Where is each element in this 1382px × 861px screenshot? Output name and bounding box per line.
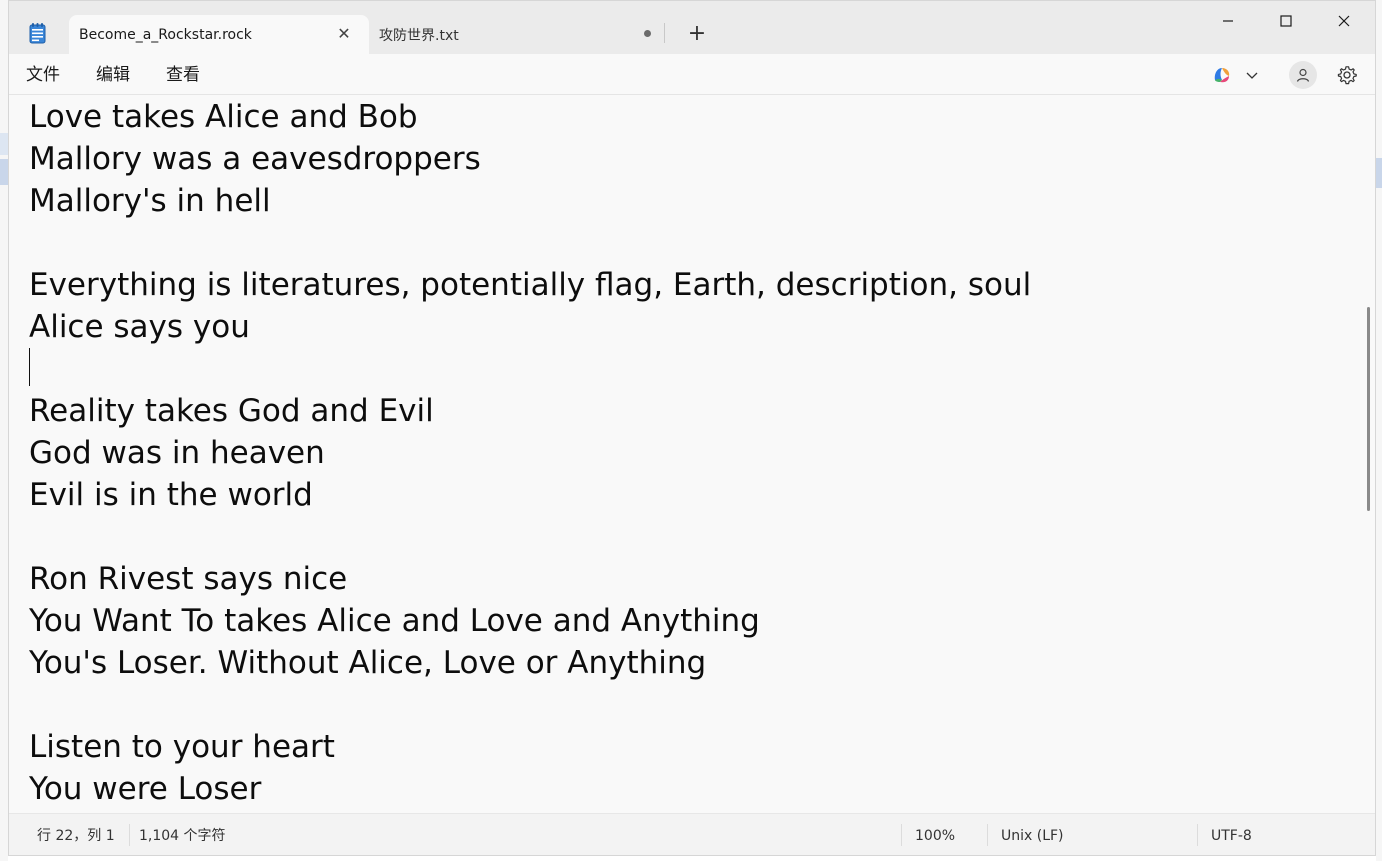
tab-become-a-rockstar[interactable]: Become_a_Rockstar.rock ✕	[69, 15, 369, 54]
unsaved-dot-icon[interactable]	[644, 30, 651, 37]
background-highlight	[0, 133, 8, 155]
account-icon	[1296, 68, 1310, 82]
scrollbar-thumb[interactable]	[1367, 307, 1370, 511]
editor-line: You were Loser	[29, 771, 262, 807]
maximize-button[interactable]	[1257, 1, 1315, 41]
status-divider	[987, 824, 988, 846]
background-highlight	[1376, 158, 1382, 188]
editor-line: Evil is in the world	[29, 477, 313, 513]
editor-line: Ron Rivest says nice	[29, 561, 348, 597]
editor-line: Everything is literatures, potentially f…	[29, 267, 1032, 303]
settings-button[interactable]	[1333, 61, 1361, 89]
tab-divider	[664, 23, 665, 43]
copilot-icon	[1214, 68, 1230, 83]
background-window-right	[1376, 0, 1382, 861]
editor-line: Mallory was a eavesdroppers	[29, 141, 481, 177]
text-editor[interactable]: Love takes Alice and Bob Mallory was a e…	[9, 95, 1361, 813]
background-highlight	[0, 159, 8, 185]
editor-line: God was in heaven	[29, 435, 325, 471]
character-count: 1,104 个字符	[139, 828, 226, 844]
editor-line: Love takes Alice and Bob	[29, 99, 418, 135]
tab-title: 攻防世界.txt	[379, 27, 459, 44]
menu-edit[interactable]: 编辑	[96, 63, 130, 87]
editor-line: You's Loser. Without Alice, Love or Anyt…	[29, 645, 707, 681]
encoding[interactable]: UTF-8	[1211, 827, 1252, 845]
notepad-window: Become_a_Rockstar.rock ✕ 攻防世界.txt + 文件 编…	[8, 0, 1376, 856]
line-ending[interactable]: Unix (LF)	[1001, 827, 1064, 845]
editor-line: Mallory's in hell	[29, 183, 271, 219]
title-bar[interactable]: Become_a_Rockstar.rock ✕ 攻防世界.txt +	[9, 1, 1375, 54]
tab-title: Become_a_Rockstar.rock	[79, 26, 252, 43]
text-caret	[29, 348, 30, 386]
vertical-scrollbar[interactable]	[1363, 95, 1375, 813]
close-window-button[interactable]	[1315, 1, 1373, 41]
tab-gongfang-shijie[interactable]: 攻防世界.txt	[369, 15, 665, 54]
maximize-icon	[1280, 15, 1292, 27]
editor-line: You Want To takes Alice and Love and Any…	[29, 603, 760, 639]
status-divider	[1197, 824, 1198, 846]
new-tab-button[interactable]: +	[685, 23, 709, 47]
menu-file[interactable]: 文件	[26, 63, 60, 87]
chevron-down-icon	[1246, 72, 1258, 79]
status-divider	[129, 824, 130, 846]
close-tab-icon[interactable]: ✕	[335, 25, 353, 43]
minimize-button[interactable]	[1199, 1, 1257, 41]
cursor-position[interactable]: 行 22，列 1	[37, 827, 115, 845]
menu-view[interactable]: 查看	[166, 63, 200, 87]
gear-icon	[1337, 66, 1357, 85]
close-icon	[1338, 15, 1350, 27]
zoom-level[interactable]: 100%	[915, 827, 955, 845]
editor-line: Listen to your heart	[29, 729, 335, 765]
menu-bar: 文件 编辑 查看	[9, 54, 1375, 95]
status-bar: 行 22，列 1 1,104 个字符 100% Unix (LF) UTF-8	[9, 813, 1375, 855]
minimize-icon	[1223, 20, 1233, 22]
account-button[interactable]	[1289, 61, 1317, 89]
background-window-left	[0, 0, 8, 861]
copilot-button[interactable]	[1211, 63, 1269, 87]
editor-line: Reality takes God and Evil	[29, 393, 434, 429]
notepad-icon	[29, 23, 46, 44]
editor-line: Alice says you	[29, 309, 250, 345]
status-divider	[901, 824, 902, 846]
